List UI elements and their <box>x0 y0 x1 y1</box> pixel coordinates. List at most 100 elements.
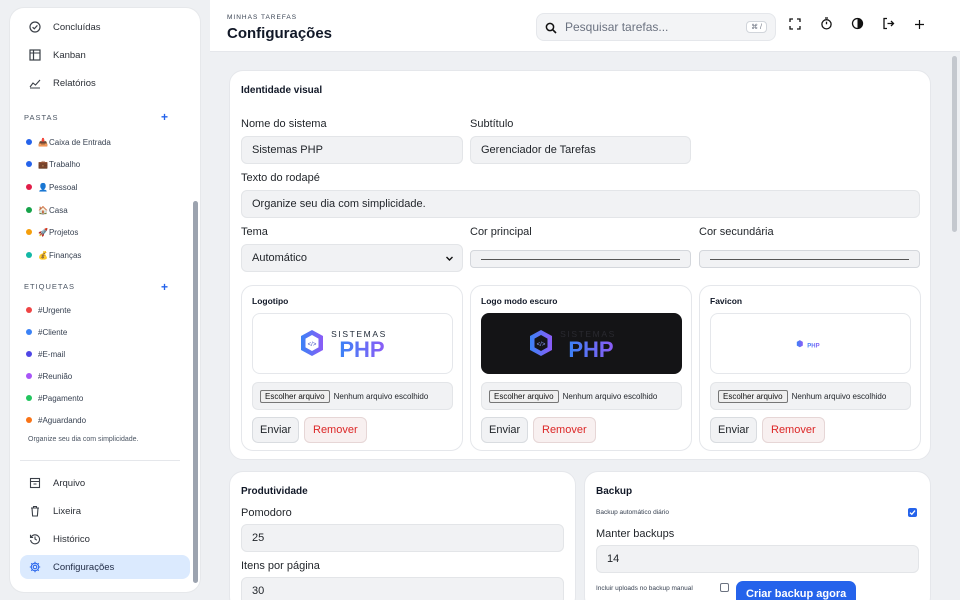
folder-item[interactable]: 🚀 Projetos <box>26 225 78 239</box>
folder-label: Pessoal <box>48 182 78 192</box>
keep-backups-label: Manter backups <box>596 528 675 540</box>
tag-item[interactable]: #Urgente <box>26 303 71 317</box>
sidebar-item-arquivo[interactable]: Arquivo <box>20 471 190 495</box>
folders-title: PASTAS <box>24 113 59 122</box>
fullscreen-button[interactable] <box>785 16 805 36</box>
stopwatch-icon <box>820 17 833 35</box>
folder-item[interactable]: 💰 Finanças <box>26 248 81 262</box>
folder-label: Caixa de Entrada <box>48 137 111 147</box>
file-status: Nenhum arquivo escolhido <box>791 391 887 401</box>
page-title: Configurações <box>227 25 333 42</box>
system-name-input[interactable]: Sistemas PHP <box>241 136 463 164</box>
sidebar-scrollbar[interactable] <box>193 201 198 583</box>
pomodoro-input[interactable]: 25 <box>241 524 564 552</box>
logo-preview: </> SISTEMAS PHP <box>252 313 453 374</box>
tag-item[interactable]: #Reunião <box>26 369 72 383</box>
breadcrumb: MINHAS TAREFAS <box>227 14 298 21</box>
theme-toggle-button[interactable] <box>847 16 867 36</box>
choose-file-button[interactable]: Escolher arquivo <box>489 389 559 403</box>
sidebar-item-configuracoes[interactable]: Configurações <box>20 555 190 579</box>
sidebar-item-lixeira[interactable]: Lixeira <box>20 499 190 523</box>
dark-logo-file-input[interactable]: Escolher arquivo Nenhum arquivo escolhid… <box>481 382 682 410</box>
trash-icon <box>28 504 42 518</box>
folder-item[interactable]: 👤 Pessoal <box>26 180 77 194</box>
input-value: Sistemas PHP <box>252 144 323 156</box>
sidebar-item-label: Configurações <box>53 561 115 573</box>
shortcut-hint: ⌘ / <box>746 21 767 33</box>
sidebar-item-kanban[interactable]: Kanban <box>20 43 190 67</box>
top-header: MINHAS TAREFAS Configurações ⌘ / <box>210 0 960 52</box>
upload-favicon-card: Favicon PHP Escolher arquivo Nenhum arqu… <box>699 285 921 451</box>
footer-text-input[interactable]: Organize seu dia com simplicidade. <box>241 190 920 218</box>
send-logo-button[interactable]: Enviar <box>252 417 300 443</box>
svg-text:</>: </> <box>307 342 316 348</box>
file-status: Nenhum arquivo escolhido <box>333 391 429 401</box>
folder-emoji: 📥 <box>38 137 48 147</box>
folder-emoji: 👤 <box>38 182 48 192</box>
choose-file-button[interactable]: Escolher arquivo <box>260 389 330 403</box>
include-uploads-checkbox[interactable] <box>720 583 729 592</box>
primary-color-picker[interactable] <box>470 250 691 268</box>
folder-item[interactable]: 🏠 Casa <box>26 203 68 217</box>
tag-item[interactable]: #Aguardando <box>26 413 86 427</box>
add-tag-button[interactable]: + <box>161 281 168 293</box>
folder-item[interactable]: 📥 Caixa de Entrada <box>26 135 111 149</box>
folder-label: Finanças <box>48 250 82 260</box>
add-folder-button[interactable]: + <box>161 111 168 123</box>
logout-button[interactable] <box>878 16 898 36</box>
theme-label: Tema <box>241 226 268 238</box>
upload-title: Logotipo <box>252 296 289 306</box>
tag-item[interactable]: #E-mail <box>26 347 65 361</box>
choose-file-button[interactable]: Escolher arquivo <box>718 389 788 403</box>
tag-dot <box>26 307 32 313</box>
svg-text:</>: </> <box>536 342 545 348</box>
secondary-color-picker[interactable] <box>699 250 920 268</box>
keep-backups-input[interactable]: 14 <box>596 545 919 573</box>
card-title: Identidade visual <box>241 85 323 96</box>
upload-title: Logo modo escuro <box>481 296 558 306</box>
folder-label: Projetos <box>48 227 79 237</box>
svg-text:PHP: PHP <box>339 337 384 362</box>
folder-item[interactable]: 💼 Trabalho <box>26 157 80 171</box>
sidebar-item-relatorios[interactable]: Relatórios <box>20 71 190 95</box>
gear-icon <box>28 560 42 574</box>
send-favicon-button[interactable]: Enviar <box>710 417 758 443</box>
theme-select[interactable]: Automático <box>241 244 463 272</box>
archive-icon <box>28 476 42 490</box>
favicon-preview: PHP <box>710 313 911 374</box>
dark-logo-preview: </> SISTEMAS PHP <box>481 313 682 374</box>
tag-label: #Cliente <box>38 327 68 337</box>
create-backup-button[interactable]: Criar backup agora <box>736 581 857 600</box>
tag-label: #E-mail <box>38 349 66 359</box>
sidebar-item-historico[interactable]: Histórico <box>20 527 190 551</box>
tag-item[interactable]: #Cliente <box>26 325 67 339</box>
subtitle-input[interactable]: Gerenciador de Tarefas <box>470 136 691 164</box>
folder-dot <box>26 252 32 258</box>
remove-favicon-button[interactable]: Remover <box>762 417 825 443</box>
sidebar-item-concluidas[interactable]: Concluídas <box>20 15 190 39</box>
tag-dot <box>26 329 32 335</box>
logo-file-input[interactable]: Escolher arquivo Nenhum arquivo escolhid… <box>252 382 453 410</box>
remove-logo-button[interactable]: Remover <box>304 417 367 443</box>
add-button[interactable] <box>909 16 929 36</box>
search-box[interactable]: ⌘ / <box>536 13 776 41</box>
daily-backup-checkbox[interactable] <box>908 508 917 517</box>
folder-label: Casa <box>48 205 68 215</box>
input-value: Organize seu dia com simplicidade. <box>252 198 426 210</box>
items-per-page-input[interactable]: 30 <box>241 577 564 600</box>
items-per-page-label: Itens por página <box>241 560 320 572</box>
tag-item[interactable]: #Pagamento <box>26 391 83 405</box>
folder-emoji: 🚀 <box>38 227 48 237</box>
tag-label: #Reunião <box>38 371 73 381</box>
favicon-file-input[interactable]: Escolher arquivo Nenhum arquivo escolhid… <box>710 382 911 410</box>
send-dark-logo-button[interactable]: Enviar <box>481 417 529 443</box>
check-circle-icon <box>28 20 42 34</box>
search-input[interactable] <box>565 20 735 34</box>
main-scrollbar[interactable] <box>952 56 957 232</box>
tag-dot <box>26 417 32 423</box>
sidebar: Concluídas Kanban Relatórios PASTAS + 📥 C… <box>10 8 200 592</box>
php-logo-icon: </> SISTEMAS PHP <box>300 329 385 362</box>
timer-button[interactable] <box>816 16 836 36</box>
sidebar-footer-text: Organize seu dia com simplicidade. <box>28 436 139 443</box>
remove-dark-logo-button[interactable]: Remover <box>533 417 596 443</box>
